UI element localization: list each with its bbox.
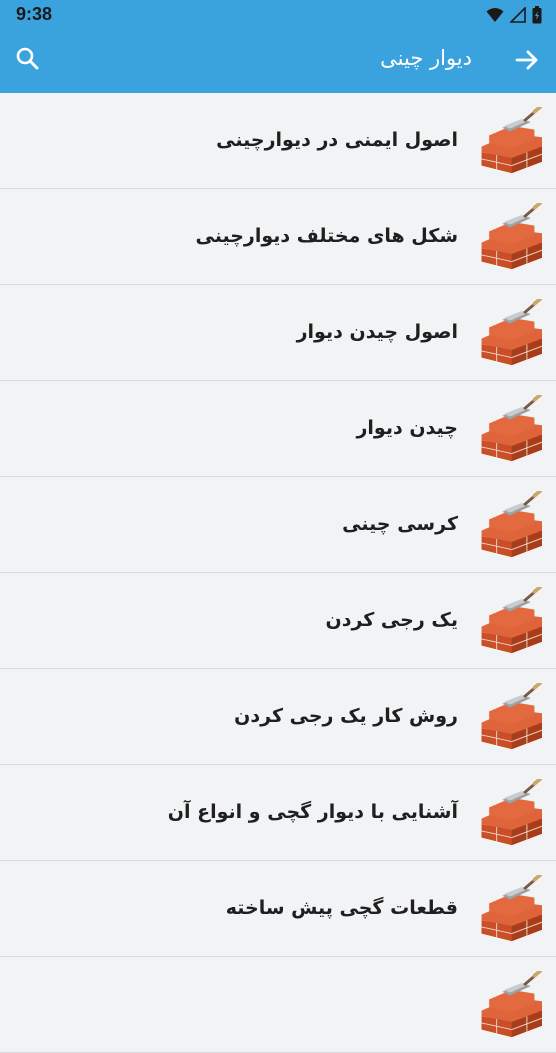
brick-wall-trowel-icon [479, 107, 544, 175]
list-item[interactable]: اصول ایمنی در دیوارچینی [0, 93, 556, 189]
topic-list: اصول ایمنی در دیوارچینی شکل های مختلف دی… [0, 93, 556, 1053]
list-item[interactable]: کرسی چینی [0, 477, 556, 573]
list-item[interactable]: قطعات گچی پیش ساخته [0, 861, 556, 957]
list-item-label: شکل های مختلف دیوارچینی [195, 225, 458, 247]
list-item[interactable]: اصول چیدن دیوار [0, 285, 556, 381]
list-item[interactable]: شکل های مختلف دیوارچینی [0, 189, 556, 285]
battery-icon [532, 6, 542, 24]
list-item[interactable]: آشنایی با دیوار گچی و انواع آن [0, 765, 556, 861]
brick-wall-trowel-icon [479, 203, 544, 271]
list-item[interactable]: روش کار یک رجی کردن [0, 669, 556, 765]
brick-wall-trowel-icon [479, 779, 544, 847]
page-title: دیوار چینی [380, 46, 472, 70]
search-button[interactable] [14, 45, 42, 73]
list-item[interactable]: یک رجی کردن [0, 573, 556, 669]
list-item-label: اصول ایمنی در دیوارچینی [216, 129, 458, 151]
arrow-right-icon [515, 50, 538, 70]
status-time: 9:38 [16, 4, 53, 24]
list-item[interactable] [0, 957, 556, 1053]
brick-wall-trowel-icon [479, 299, 544, 367]
brick-wall-trowel-icon [479, 395, 544, 463]
status-icons [486, 5, 542, 25]
list-item-label: کرسی چینی [342, 513, 458, 535]
signal-icon [510, 7, 526, 23]
brick-wall-trowel-icon [479, 491, 544, 559]
brick-wall-trowel-icon [479, 683, 544, 751]
wifi-icon [486, 8, 504, 22]
app-bar: دیوار چینی [0, 29, 556, 93]
search-icon [16, 47, 39, 70]
list-item[interactable]: چیدن دیوار [0, 381, 556, 477]
list-item-label: چیدن دیوار [356, 417, 458, 439]
list-item-label: یک رجی کردن [325, 609, 458, 631]
status-bar: 9:38 [0, 0, 556, 29]
brick-wall-trowel-icon [479, 971, 544, 1039]
list-item-label: اصول چیدن دیوار [296, 321, 458, 343]
brick-wall-trowel-icon [479, 587, 544, 655]
list-item-label: روش کار یک رجی کردن [234, 705, 458, 727]
back-button[interactable] [512, 45, 542, 75]
list-item-label: قطعات گچی پیش ساخته [225, 897, 458, 919]
brick-wall-trowel-icon [479, 875, 544, 943]
list-item-label: آشنایی با دیوار گچی و انواع آن [167, 801, 458, 823]
